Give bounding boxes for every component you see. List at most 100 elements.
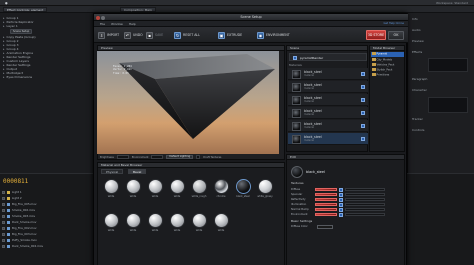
texture-slot-button[interactable]: [315, 197, 337, 202]
texture-value-field[interactable]: [345, 197, 385, 202]
panel-tracker[interactable]: Tracker: [412, 117, 423, 121]
visibility-icon[interactable]: [2, 238, 5, 242]
visibility-icon[interactable]: [2, 214, 5, 218]
material-swatch[interactable]: white: [124, 178, 142, 200]
visibility-checkbox[interactable]: [361, 110, 365, 115]
model-folder[interactable]: City_Models: [372, 58, 392, 61]
tab-physical[interactable]: Physical: [101, 169, 124, 174]
panel-audio[interactable]: Audio: [412, 28, 421, 32]
menu-help[interactable]: Help: [129, 22, 136, 26]
diffuse-color-swatch[interactable]: [317, 225, 333, 229]
tab-effect-controls[interactable]: Effect Controls: element: [3, 7, 48, 12]
store-button[interactable]: 3D STORE: [366, 30, 386, 40]
texture-enable-checkbox[interactable]: [339, 192, 343, 197]
close-icon[interactable]: [96, 15, 100, 20]
timeline-layer-row[interactable]: Big_Fire_005.mov: [2, 202, 102, 206]
reset-all-button[interactable]: ↻ RESET ALL: [174, 31, 200, 39]
timeline-layer-row[interactable]: Dark_Smoke.mov: [2, 220, 102, 224]
texture-enable-checkbox[interactable]: [339, 207, 343, 212]
timecode-display[interactable]: 0000811: [3, 178, 28, 185]
visibility-checkbox[interactable]: [361, 123, 365, 128]
material-swatch[interactable]: black_steel: [234, 178, 252, 200]
material-swatch[interactable]: white: [168, 178, 186, 200]
model-folder[interactable]: Vehicles_Pack: [372, 63, 394, 66]
workspace-selector[interactable]: Workspace: Standard: [436, 1, 468, 5]
visibility-icon[interactable]: [2, 226, 5, 230]
visibility-icon[interactable]: [2, 190, 5, 194]
scene-setup-button[interactable]: Scene Setup: [10, 29, 33, 34]
tab-bevel[interactable]: Bevel: [128, 169, 147, 174]
material-swatch[interactable]: white: [212, 212, 230, 234]
visibility-icon[interactable]: [2, 244, 5, 248]
panel-info[interactable]: Info: [412, 17, 418, 21]
material-swatch[interactable]: white_rough: [190, 178, 208, 200]
ok-button[interactable]: OK: [388, 30, 404, 40]
model-folder[interactable]: Stylish_Pack: [372, 68, 392, 71]
visibility-checkbox[interactable]: [361, 136, 365, 141]
texture-enable-checkbox[interactable]: [339, 187, 343, 192]
texture-enable-checkbox[interactable]: [339, 202, 343, 207]
texture-slot-button[interactable]: [315, 187, 337, 192]
panel-preview[interactable]: Preview: [412, 39, 424, 43]
draft-checkbox[interactable]: [196, 155, 201, 159]
scene-root-row[interactable]: pyramidRender: [289, 53, 367, 61]
visibility-icon[interactable]: [2, 232, 5, 236]
texture-slot-button[interactable]: [315, 202, 337, 207]
texture-value-field[interactable]: [345, 212, 385, 217]
import-button[interactable]: ⇩ IMPORT: [98, 31, 119, 39]
texture-slot-button[interactable]: [315, 192, 337, 197]
root-checkbox[interactable]: [293, 55, 297, 60]
panel-paragraph[interactable]: Paragraph: [412, 77, 427, 81]
panel-controls[interactable]: Controls: [412, 128, 424, 132]
material-swatch[interactable]: chrome: [212, 178, 230, 200]
visibility-icon[interactable]: [2, 220, 5, 224]
menu-window[interactable]: Window: [111, 22, 123, 26]
texture-value-field[interactable]: [345, 207, 385, 212]
visibility-icon[interactable]: [2, 202, 5, 206]
timeline-layer-row[interactable]: Smoke_003.mov: [2, 214, 102, 218]
environment-dropdown[interactable]: Default Lighting: [166, 155, 194, 159]
scene-material-row[interactable]: black_steel material: [288, 94, 368, 106]
scene-material-row[interactable]: black_steel material: [288, 120, 368, 132]
help-online-link[interactable]: Get Help Online: [383, 22, 404, 25]
texture-enable-checkbox[interactable]: [339, 197, 343, 202]
environment-button[interactable]: ◉ ENVIRONMENT: [257, 31, 290, 39]
visibility-checkbox[interactable]: [361, 71, 365, 76]
effect-item[interactable]: ▸ Layer 1: [3, 24, 18, 28]
texture-value-field[interactable]: [345, 187, 385, 192]
material-swatch[interactable]: white: [146, 212, 164, 234]
material-swatch[interactable]: white: [168, 212, 186, 234]
texture-slot-button[interactable]: [315, 212, 337, 217]
material-swatch[interactable]: white_glossy: [256, 178, 274, 200]
preview-viewport[interactable]: Faces: 1,204 Verts: 2,411 Time: 0.03: [97, 51, 279, 154]
texture-slot-button[interactable]: [315, 207, 337, 212]
timeline-layer-row[interactable]: Big_Fire_003.mov: [2, 232, 102, 236]
texture-enable-checkbox[interactable]: [339, 212, 343, 217]
effect-item[interactable]: ▸ Eyes Dimensions: [3, 75, 32, 79]
material-swatch[interactable]: white: [102, 178, 120, 200]
panel-effects[interactable]: Effects: [412, 50, 422, 54]
material-swatch[interactable]: white: [190, 212, 208, 234]
visibility-checkbox[interactable]: [361, 97, 365, 102]
timeline-layer-row[interactable]: Big_Fire_002.mov: [2, 226, 102, 230]
timeline-layer-row[interactable]: Light 1: [2, 190, 102, 194]
texture-value-field[interactable]: [345, 192, 385, 197]
brightness-field[interactable]: [116, 155, 129, 159]
tab-composition[interactable]: Composition: Main: [120, 7, 156, 12]
visibility-checkbox[interactable]: [361, 84, 365, 89]
timeline-layer-row[interactable]: Puffy_Smoke.mov: [2, 238, 102, 242]
timeline-layer-row[interactable]: Dark_Smoke_002.mov: [2, 244, 102, 248]
model-folder[interactable]: Primitives: [372, 73, 389, 76]
model-folder-pyramid[interactable]: Pyramid: [372, 52, 387, 55]
apple-icon[interactable]: ●: [5, 1, 8, 5]
environment-field[interactable]: [151, 155, 164, 159]
visibility-icon[interactable]: [2, 208, 5, 212]
extrude-button[interactable]: ▣ EXTRUDE: [218, 31, 242, 39]
panel-character[interactable]: Character: [412, 88, 427, 92]
save-button[interactable]: ▪ SAVE: [146, 31, 163, 39]
timeline-layer-row[interactable]: Light 2: [2, 196, 102, 200]
material-swatch[interactable]: white: [124, 212, 142, 234]
scene-material-row[interactable]: black_steel material: [288, 107, 368, 119]
material-swatch[interactable]: white: [146, 178, 164, 200]
scene-material-row[interactable]: black_steel material: [288, 68, 368, 80]
